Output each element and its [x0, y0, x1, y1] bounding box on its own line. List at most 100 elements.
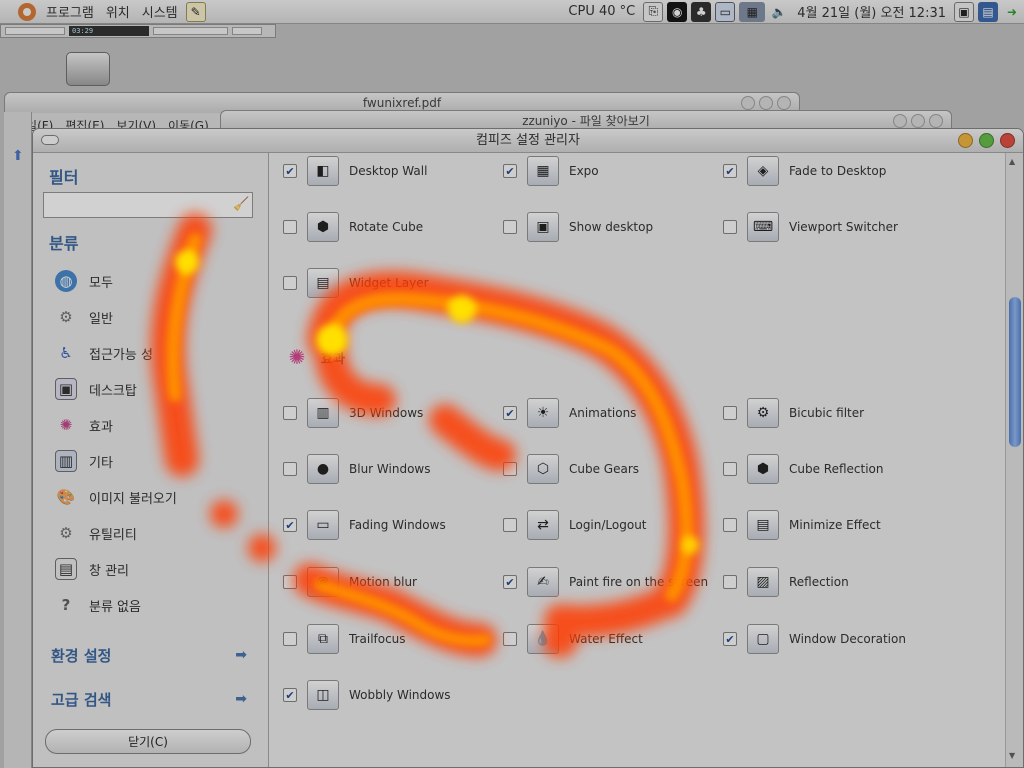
- plugin-checkbox[interactable]: [723, 406, 737, 420]
- plugin-wobbly-windows[interactable]: ✔ ◫ Wobbly Windows: [283, 675, 498, 715]
- plugin-checkbox[interactable]: [283, 220, 297, 234]
- desktop-icon[interactable]: ▣: [954, 1, 974, 22]
- player-volume[interactable]: [232, 27, 262, 35]
- plugin-window-decoration[interactable]: ✔ ▢ Window Decoration: [723, 619, 938, 659]
- animations-icon: ☀: [527, 398, 559, 428]
- clear-filter-icon[interactable]: 🧹: [233, 197, 249, 213]
- plugin-checkbox[interactable]: [503, 518, 517, 532]
- pdf-maximize-button[interactable]: [759, 96, 773, 110]
- player-controls[interactable]: [153, 27, 228, 35]
- menu-places[interactable]: 위치: [100, 2, 136, 21]
- category-desktop[interactable]: ▣ 데스크탑: [55, 374, 255, 404]
- category-uncategorized[interactable]: ? 분류 없음: [55, 590, 255, 620]
- plugin-fading-windows[interactable]: ✔ ▭ Fading Windows: [283, 505, 498, 545]
- plugin-motion-blur[interactable]: ◉ Motion blur: [283, 562, 498, 602]
- category-general[interactable]: ⚙ 일반: [55, 302, 255, 332]
- menu-applications[interactable]: 프로그램: [40, 2, 100, 21]
- plugin-bicubic-filter[interactable]: ⚙ Bicubic filter: [723, 393, 938, 433]
- plugin-water-effect[interactable]: 💧 Water Effect: [503, 619, 718, 659]
- plugin-animations[interactable]: ✔ ☀ Animations: [503, 393, 718, 433]
- plugin-blur-windows[interactable]: ● Blur Windows: [283, 449, 498, 489]
- plugin-checkbox[interactable]: [503, 462, 517, 476]
- plugin-cube-reflection[interactable]: ⬢ Cube Reflection: [723, 449, 938, 489]
- plugin-expo[interactable]: ✔ ▦ Expo: [503, 151, 718, 191]
- logout-icon[interactable]: ➜: [1002, 2, 1022, 22]
- scroll-down-icon[interactable]: ▼: [1009, 751, 1015, 760]
- category-effects[interactable]: ✺ 효과: [55, 410, 255, 440]
- browser-minimize-button[interactable]: [893, 114, 907, 128]
- arrow-right-icon: ➡: [235, 691, 247, 707]
- advanced-search-link[interactable]: 고급 검색 ➡: [51, 687, 247, 711]
- plugin-checkbox[interactable]: [283, 462, 297, 476]
- plugin-checkbox[interactable]: ✔: [503, 406, 517, 420]
- category-extras[interactable]: ▥ 기타: [55, 446, 255, 476]
- vertical-scrollbar[interactable]: ▲ ▼: [1005, 153, 1023, 767]
- maximize-button[interactable]: [979, 133, 994, 148]
- plugin-checkbox[interactable]: [283, 406, 297, 420]
- plugin-widget-layer[interactable]: ▤ Widget Layer: [283, 263, 498, 303]
- browser-maximize-button[interactable]: [911, 114, 925, 128]
- plugin-checkbox[interactable]: [283, 276, 297, 290]
- plugin-checkbox[interactable]: [723, 518, 737, 532]
- plugin-checkbox[interactable]: [723, 575, 737, 589]
- plugin-viewport-switcher[interactable]: ⌨ Viewport Switcher: [723, 207, 938, 247]
- plugin-checkbox[interactable]: ✔: [723, 632, 737, 646]
- plugin-checkbox[interactable]: ✔: [503, 575, 517, 589]
- plugin-rotate-cube[interactable]: ⬢ Rotate Cube: [283, 207, 498, 247]
- pdf-close-button[interactable]: [777, 96, 791, 110]
- scroll-up-icon[interactable]: ▲: [1009, 157, 1015, 166]
- plugin-minimize-effect[interactable]: ▤ Minimize Effect: [723, 505, 938, 545]
- window-list-icon[interactable]: ▤: [978, 1, 998, 22]
- ubuntu-logo-icon[interactable]: [18, 2, 36, 21]
- workspace-switcher-icon[interactable]: ▦: [739, 1, 766, 22]
- clock[interactable]: 4월 21일 (월) 오전 12:31: [791, 2, 952, 21]
- close-button[interactable]: 닫기(C): [45, 729, 251, 754]
- menu-system[interactable]: 시스템: [136, 2, 184, 21]
- preferences-link[interactable]: 환경 설정 ➡: [51, 643, 247, 667]
- close-window-button[interactable]: [1000, 133, 1015, 148]
- back-arrow-icon[interactable]: ⬆: [12, 148, 24, 164]
- window-titlebar[interactable]: 컴피즈 설정 관리자: [33, 129, 1023, 153]
- plugin-checkbox[interactable]: [283, 632, 297, 646]
- plugin-checkbox[interactable]: [503, 220, 517, 234]
- category-label: 모두: [89, 275, 113, 291]
- plugin-trailfocus[interactable]: ⧉ Trailfocus: [283, 619, 498, 659]
- plugin-login-logout[interactable]: ⇄ Login/Logout: [503, 505, 718, 545]
- category-all[interactable]: ◍ 모두: [55, 266, 255, 296]
- browser-close-button[interactable]: [929, 114, 943, 128]
- plugin-checkbox[interactable]: ✔: [283, 518, 297, 532]
- gnome-foot-icon[interactable]: ♣: [691, 1, 712, 22]
- plugin-checkbox[interactable]: [283, 575, 297, 589]
- network-icon[interactable]: ▭: [715, 1, 736, 22]
- category-image-loading[interactable]: 🎨 이미지 불러오기: [55, 482, 255, 512]
- plugin-checkbox[interactable]: [723, 220, 737, 234]
- plugin-checkbox[interactable]: ✔: [503, 164, 517, 178]
- plugin-checkbox[interactable]: ✔: [723, 164, 737, 178]
- text-editor-launcher-icon[interactable]: ✎: [185, 1, 206, 22]
- plugin-desktop-wall[interactable]: ✔ ◧ Desktop Wall: [283, 151, 498, 191]
- category-utility[interactable]: ⚙ 유틸리티: [55, 518, 255, 548]
- window-title: 컴피즈 설정 관리자: [476, 133, 580, 148]
- scroll-thumb[interactable]: [1009, 297, 1021, 447]
- pdf-minimize-button[interactable]: [741, 96, 755, 110]
- volume-icon[interactable]: 🔈: [769, 2, 789, 22]
- screen-capture-icon[interactable]: ◉: [667, 1, 688, 22]
- plugin-checkbox[interactable]: ✔: [283, 164, 297, 178]
- hard-drive-icon[interactable]: [66, 52, 110, 86]
- minimize-button[interactable]: [958, 133, 973, 148]
- plugin-cube-gears[interactable]: ⬡ Cube Gears: [503, 449, 718, 489]
- plugin-3d-windows[interactable]: ▥ 3D Windows: [283, 393, 498, 433]
- plugin-reflection[interactable]: ▨ Reflection: [723, 562, 938, 602]
- plugin-fade-to-desktop[interactable]: ✔ ◈ Fade to Desktop: [723, 151, 938, 191]
- plugin-paint-fire[interactable]: ✔ ✍ Paint fire on the screen: [503, 562, 718, 602]
- filter-input[interactable]: [43, 192, 253, 218]
- plugin-checkbox[interactable]: [503, 632, 517, 646]
- window-menu-button[interactable]: [41, 135, 59, 145]
- category-window-management[interactable]: ▤ 창 관리: [55, 554, 255, 584]
- plugin-checkbox[interactable]: ✔: [283, 688, 297, 702]
- plugin-label: Viewport Switcher: [789, 219, 898, 234]
- plugin-checkbox[interactable]: [723, 462, 737, 476]
- category-accessibility[interactable]: ♿ 접근가능 성: [55, 338, 255, 368]
- plugin-show-desktop[interactable]: ▣ Show desktop: [503, 207, 718, 247]
- sensor-applet-icon[interactable]: ⎘: [643, 1, 664, 22]
